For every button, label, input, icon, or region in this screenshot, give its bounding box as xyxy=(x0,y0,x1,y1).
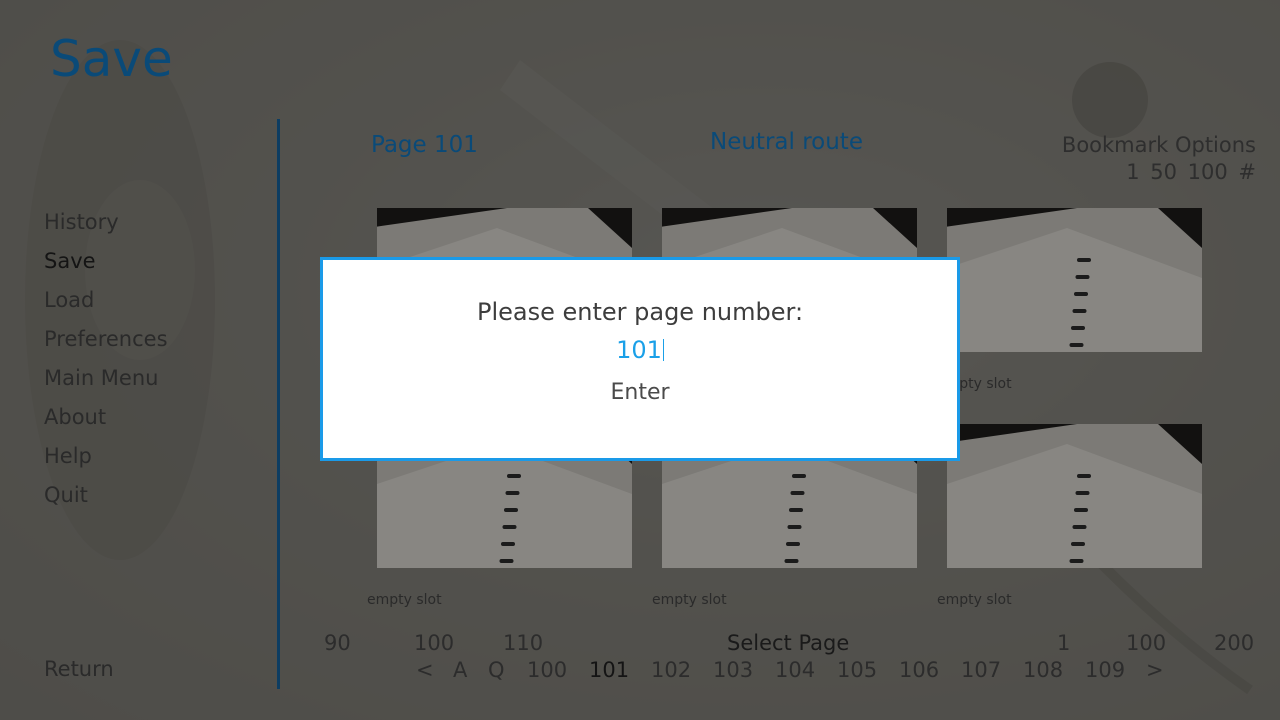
nav-preferences[interactable]: Preferences xyxy=(44,325,168,364)
slot-label: empty slot xyxy=(367,592,442,608)
sidebar-divider xyxy=(277,119,280,689)
nav-history[interactable]: History xyxy=(44,208,168,247)
slot-thumbnail xyxy=(947,424,1202,568)
page-104[interactable]: 104 xyxy=(775,658,815,682)
nav-quit[interactable]: Quit xyxy=(44,481,168,520)
jump-page-1[interactable]: 1 xyxy=(1057,631,1070,655)
page-103[interactable]: 103 xyxy=(713,658,753,682)
nav-about[interactable]: About xyxy=(44,403,168,442)
nav-main-menu[interactable]: Main Menu xyxy=(44,364,168,403)
select-page-label: Select Page xyxy=(727,631,850,655)
page-107[interactable]: 107 xyxy=(961,658,1001,682)
page-109[interactable]: 109 xyxy=(1085,658,1125,682)
jump-page-110[interactable]: 110 xyxy=(503,631,543,655)
enter-button[interactable]: Enter xyxy=(323,380,957,405)
nav-save[interactable]: Save xyxy=(44,247,168,286)
text-caret xyxy=(662,339,664,361)
auto-page-button[interactable]: A xyxy=(453,658,467,682)
page-105[interactable]: 105 xyxy=(837,658,877,682)
page-101[interactable]: 101 xyxy=(589,658,629,682)
save-slot[interactable] xyxy=(947,208,1202,352)
page-106[interactable]: 106 xyxy=(899,658,939,682)
save-slot[interactable] xyxy=(947,424,1202,568)
main-navigation: History Save Load Preferences Main Menu … xyxy=(44,208,168,520)
bookmark-options-title: Bookmark Options xyxy=(1061,133,1256,157)
route-label: Neutral route xyxy=(710,129,863,155)
quick-page-button[interactable]: Q xyxy=(488,658,505,682)
screen-title: Save xyxy=(50,30,173,88)
page-102[interactable]: 102 xyxy=(651,658,691,682)
slot-label: empty slot xyxy=(652,592,727,608)
page-number-dialog: Please enter page number: 101 Enter xyxy=(320,257,960,461)
jump-page-100-right[interactable]: 100 xyxy=(1126,631,1166,655)
slot-label: empty slot xyxy=(937,592,1012,608)
page-100[interactable]: 100 xyxy=(527,658,567,682)
slot-thumbnail xyxy=(947,208,1202,352)
nav-load[interactable]: Load xyxy=(44,286,168,325)
prev-page-button[interactable]: < xyxy=(416,658,434,682)
return-button[interactable]: Return xyxy=(44,657,114,681)
jump-page-200[interactable]: 200 xyxy=(1214,631,1254,655)
jump-page-100[interactable]: 100 xyxy=(414,631,454,655)
page-number-input[interactable]: 101 xyxy=(323,336,957,364)
bookmark-options[interactable]: 1 50 100 # xyxy=(1126,160,1256,184)
jump-page-90[interactable]: 90 xyxy=(324,631,351,655)
page-number-value: 101 xyxy=(616,336,662,364)
dialog-prompt: Please enter page number: xyxy=(476,298,804,326)
next-page-button[interactable]: > xyxy=(1146,658,1164,682)
page-name-label[interactable]: Page 101 xyxy=(371,132,478,158)
nav-help[interactable]: Help xyxy=(44,442,168,481)
page-108[interactable]: 108 xyxy=(1023,658,1063,682)
